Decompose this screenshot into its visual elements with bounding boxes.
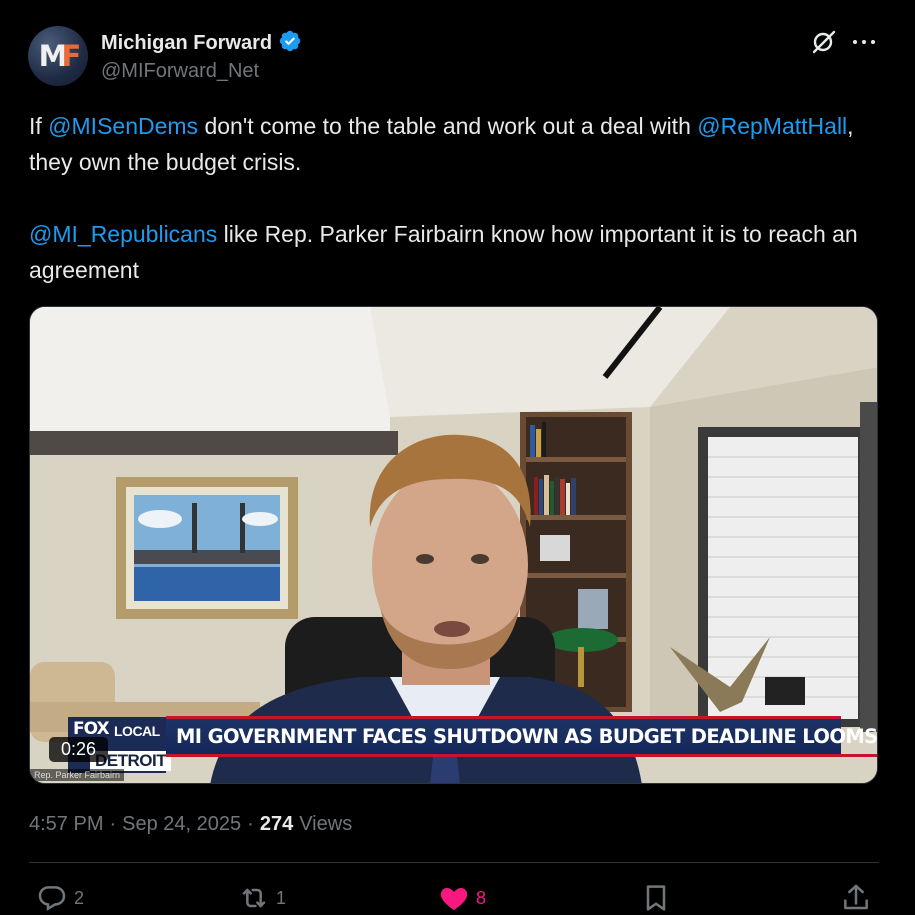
share-icon [844, 884, 868, 910]
mention-link[interactable]: @MI_Republicans [29, 221, 217, 247]
verified-badge-icon [278, 29, 302, 58]
local-brand: LOCAL [114, 723, 160, 739]
author-display-name[interactable]: Michigan Forward [101, 32, 272, 55]
author-handle[interactable]: @MIForward_Net [101, 60, 259, 83]
reply-icon [38, 886, 66, 911]
video-duration: 0:26 [49, 737, 109, 762]
tweet-paragraph-2: @MI_Republicans like Rep. Parker Fairbai… [29, 216, 889, 288]
bookmark-button[interactable] [640, 882, 672, 914]
avatar[interactable]: MF [28, 26, 88, 86]
views-count: 274 [259, 813, 294, 835]
heart-icon [440, 888, 468, 910]
avatar-logo: MF [38, 39, 82, 73]
text-segment: don't come to the table and work out a d… [198, 113, 698, 139]
meta-separator: · [109, 813, 117, 835]
more-icon[interactable] [850, 28, 878, 56]
tweet-paragraph-1: If @MISenDems don't come to the table an… [29, 108, 889, 180]
speaker-tag: Rep. Parker Fairbairn [30, 769, 125, 781]
author-name-row: Michigan Forward [101, 29, 302, 58]
like-count: 8 [476, 887, 487, 908]
views-label: Views [299, 813, 353, 835]
tweet-time[interactable]: 4:57 PM [29, 813, 103, 836]
share-button[interactable] [840, 882, 872, 914]
tweet-text: If @MISenDems don't come to the table an… [29, 108, 889, 288]
retweet-icon [242, 888, 266, 908]
tweet-date[interactable]: Sep 24, 2025 [122, 813, 241, 836]
reply-count: 2 [74, 887, 85, 908]
text-segment: If [29, 113, 49, 139]
fox-brand: FOX [73, 719, 110, 739]
video-frame [30, 307, 877, 783]
avatar-letter-m: M [38, 39, 68, 73]
video-player[interactable]: FOX LOCAL DETROIT MI GOVERNMENT FACES SH… [29, 306, 878, 784]
news-headline: MI GOVERNMENT FACES SHUTDOWN AS BUDGET D… [166, 716, 877, 754]
retweet-count: 1 [276, 887, 287, 908]
meta-separator: · [247, 813, 254, 835]
mention-link[interactable]: @MISenDems [48, 113, 198, 139]
chyron-red-rule [166, 754, 877, 757]
bookmark-icon [646, 885, 666, 911]
avatar-letter-f: F [61, 39, 82, 73]
like-button[interactable]: 8 [438, 882, 486, 914]
tweet-meta: 4:57 PM · Sep 24, 2025 · 274 Views [29, 813, 352, 836]
grok-icon[interactable] [810, 28, 838, 56]
divider [29, 862, 879, 863]
reply-button[interactable]: 2 [36, 882, 84, 914]
retweet-button[interactable]: 1 [238, 882, 286, 914]
mention-link[interactable]: @RepMattHall [697, 113, 847, 139]
